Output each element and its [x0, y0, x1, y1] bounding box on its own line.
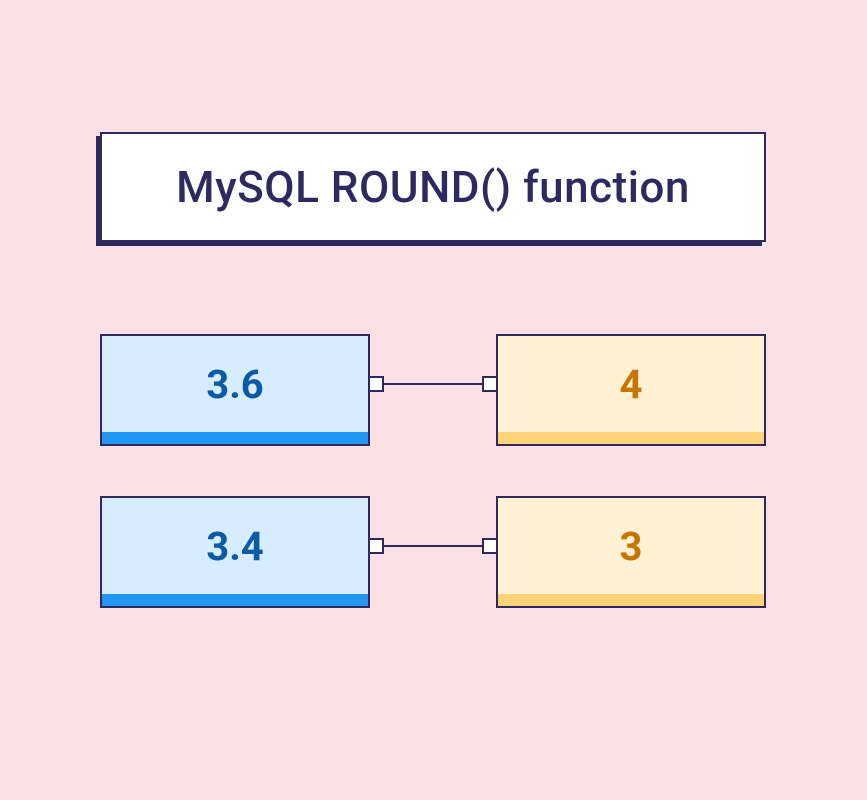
input-value: 3.6	[206, 361, 264, 408]
input-value: 3.4	[206, 523, 264, 570]
example-row-1: 3.6 4	[100, 334, 766, 434]
connector-line	[370, 383, 496, 385]
connector-peg-left	[368, 376, 384, 392]
output-value: 4	[620, 361, 643, 408]
title-box: MySQL ROUND() function	[100, 132, 766, 242]
output-value: 3	[620, 523, 643, 570]
connector-peg-left	[368, 538, 384, 554]
input-box: 3.6	[100, 334, 370, 434]
connector-line	[370, 545, 496, 547]
diagram-title: MySQL ROUND() function	[176, 161, 690, 213]
output-box: 4	[496, 334, 766, 434]
example-row-2: 3.4 3	[100, 496, 766, 596]
output-box: 3	[496, 496, 766, 596]
input-box: 3.4	[100, 496, 370, 596]
